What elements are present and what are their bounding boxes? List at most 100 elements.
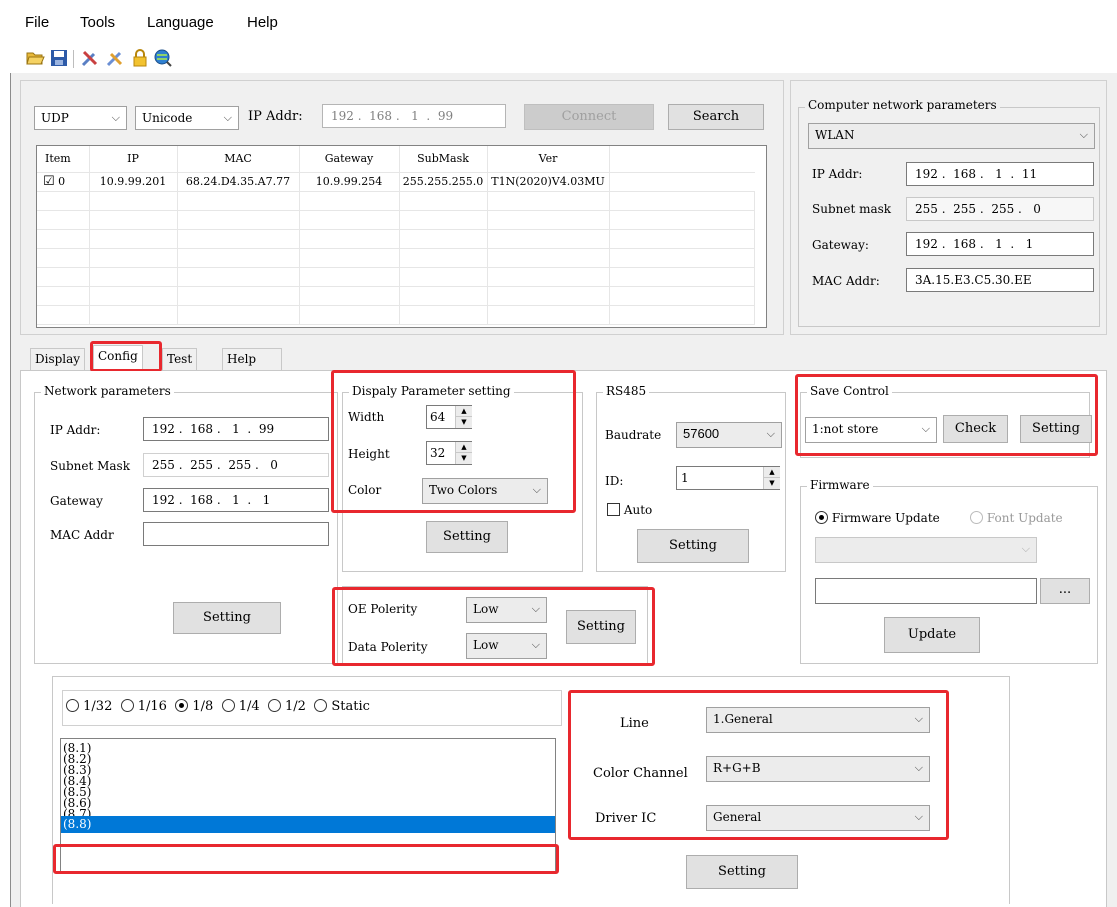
list-item[interactable]: (8.4) bbox=[61, 775, 555, 787]
oe-polarity-select[interactable]: Low ⌵ bbox=[466, 597, 547, 623]
radio-icon[interactable] bbox=[970, 511, 983, 524]
list-item[interactable]: (8.1) bbox=[61, 742, 555, 754]
col-item[interactable]: Item bbox=[37, 146, 90, 173]
device-table[interactable]: Item IP MAC Gateway SubMask Ver ☑ 0 10.9… bbox=[36, 145, 767, 328]
checkbox-icon[interactable] bbox=[607, 503, 620, 516]
adapter-select[interactable]: WLAN ⌵ bbox=[808, 123, 1095, 149]
spin-up-icon[interactable]: ▲ bbox=[456, 442, 472, 453]
list-item[interactable]: (8.5) bbox=[61, 786, 555, 798]
protocol-select[interactable]: UDP ⌵ bbox=[34, 106, 127, 130]
scan-radio-static[interactable]: Static bbox=[314, 699, 370, 714]
auto-checkbox[interactable]: Auto bbox=[607, 503, 652, 517]
radio-icon[interactable] bbox=[314, 699, 328, 712]
table-row[interactable]: ☑ 0 10.9.99.201 68.24.D4.35.A7.77 10.9.9… bbox=[37, 172, 755, 192]
radio-icon[interactable] bbox=[267, 699, 281, 712]
row-ver: T1N(2020)V4.03MU bbox=[487, 172, 610, 192]
save-control-select[interactable]: 1:not store ⌵ bbox=[805, 417, 937, 443]
col-ip[interactable]: IP bbox=[89, 146, 178, 173]
tab-help[interactable]: Help bbox=[222, 348, 282, 370]
menu-language[interactable]: Language bbox=[147, 14, 214, 31]
id-spinner[interactable]: 1 ▲ ▼ bbox=[676, 466, 780, 490]
list-item-selected[interactable]: (8.8) bbox=[61, 816, 555, 833]
row-gateway: 10.9.99.254 bbox=[299, 172, 400, 192]
firmware-file-select[interactable]: ⌵ bbox=[815, 537, 1037, 563]
menu-file[interactable]: File bbox=[25, 14, 49, 31]
spin-up-icon[interactable]: ▲ bbox=[764, 467, 780, 478]
firmware-path-input[interactable] bbox=[815, 578, 1037, 604]
globe-search-icon[interactable] bbox=[153, 48, 173, 68]
display-setting-button[interactable]: Setting bbox=[426, 521, 508, 553]
spin-down-icon[interactable]: ▼ bbox=[456, 453, 472, 464]
menu-help[interactable]: Help bbox=[247, 14, 278, 31]
browse-button[interactable]: ... bbox=[1040, 578, 1090, 604]
update-button[interactable]: Update bbox=[884, 617, 980, 653]
save-setting-button[interactable]: Setting bbox=[1020, 415, 1092, 443]
font-update-radio[interactable]: Font Update bbox=[970, 511, 1063, 525]
encoding-select[interactable]: Unicode ⌵ bbox=[135, 106, 239, 130]
tab-config[interactable]: Config bbox=[93, 345, 143, 370]
col-mac[interactable]: MAC bbox=[177, 146, 300, 173]
lock-icon[interactable] bbox=[130, 48, 150, 68]
spinner-arrows[interactable]: ▲ ▼ bbox=[763, 467, 780, 489]
radio-icon[interactable] bbox=[120, 699, 134, 712]
connect-button[interactable]: Connect bbox=[524, 104, 654, 130]
list-item[interactable]: (8.2) bbox=[61, 753, 555, 765]
pc-subnet-input[interactable]: 255 . 255 . 255 . 0 bbox=[906, 197, 1094, 221]
polarity-setting-button[interactable]: Setting bbox=[566, 610, 636, 644]
chevron-down-icon: ⌵ bbox=[766, 427, 775, 440]
save-icon[interactable] bbox=[49, 48, 69, 68]
rs485-setting-button[interactable]: Setting bbox=[637, 529, 749, 563]
height-spinner[interactable]: 32 ▲ ▼ bbox=[426, 441, 472, 465]
pc-ip-input[interactable]: 192 . 168 . 1 . 11 bbox=[906, 162, 1094, 186]
net-setting-button[interactable]: Setting bbox=[173, 602, 281, 634]
color-channel-select[interactable]: R+G+B ⌵ bbox=[706, 756, 930, 782]
scan-radio-1-8[interactable]: 1/8 bbox=[175, 699, 213, 714]
net-subnet-input[interactable]: 255 . 255 . 255 . 0 bbox=[143, 453, 329, 477]
list-item[interactable]: (8.3) bbox=[61, 764, 555, 776]
firmware-update-label: Firmware Update bbox=[831, 511, 940, 525]
col-submask[interactable]: SubMask bbox=[399, 146, 488, 173]
scan-radio-1-2[interactable]: 1/2 bbox=[267, 699, 306, 714]
clear-icon[interactable] bbox=[105, 48, 125, 68]
firmware-update-radio[interactable]: Firmware Update bbox=[815, 511, 940, 525]
scan-radio-1-16[interactable]: 1/16 bbox=[120, 699, 167, 714]
radio-icon[interactable] bbox=[66, 699, 79, 712]
width-spinner[interactable]: 64 ▲ ▼ bbox=[426, 405, 472, 429]
net-ip-input[interactable]: 192 . 168 . 1 . 99 bbox=[143, 417, 329, 441]
check-button[interactable]: Check bbox=[943, 415, 1008, 443]
col-ver[interactable]: Ver bbox=[487, 146, 610, 173]
list-item[interactable]: (8.6) bbox=[61, 797, 555, 809]
tools-icon[interactable] bbox=[80, 48, 100, 68]
driver-ic-select[interactable]: General ⌵ bbox=[706, 805, 930, 831]
open-folder-icon[interactable] bbox=[25, 48, 45, 68]
device-ip-input[interactable]: 192 . 168 . 1 . 99 bbox=[322, 104, 506, 128]
spin-down-icon[interactable]: ▼ bbox=[456, 417, 472, 428]
search-button[interactable]: Search bbox=[668, 104, 764, 130]
radio-selected-icon[interactable] bbox=[815, 511, 828, 524]
tab-display[interactable]: Display bbox=[30, 348, 86, 370]
col-gateway[interactable]: Gateway bbox=[299, 146, 400, 173]
color-select[interactable]: Two Colors ⌵ bbox=[422, 478, 548, 504]
pc-gateway-input[interactable]: 192 . 168 . 1 . 1 bbox=[906, 232, 1094, 256]
line-select[interactable]: 1.General ⌵ bbox=[706, 707, 930, 733]
radio-selected-icon[interactable] bbox=[175, 699, 189, 712]
spinner-arrows[interactable]: ▲ ▼ bbox=[455, 442, 472, 464]
baudrate-select[interactable]: 57600 ⌵ bbox=[676, 422, 782, 448]
list-item[interactable]: (8.7) bbox=[61, 809, 555, 816]
row-checkbox[interactable]: ☑ bbox=[43, 174, 55, 189]
menu-tools[interactable]: Tools bbox=[80, 14, 115, 31]
scan-radio-1-32[interactable]: 1/32 bbox=[66, 699, 112, 714]
spin-up-icon[interactable]: ▲ bbox=[456, 406, 472, 417]
data-polarity-select[interactable]: Low ⌵ bbox=[466, 633, 547, 659]
net-mac-input[interactable] bbox=[143, 522, 329, 546]
radio-icon[interactable] bbox=[221, 699, 235, 712]
chevron-down-icon: ⌵ bbox=[532, 483, 541, 496]
tab-test[interactable]: Test bbox=[162, 348, 198, 370]
pc-mac-input[interactable]: 3A.15.E3.C5.30.EE bbox=[906, 268, 1094, 292]
spinner-arrows[interactable]: ▲ ▼ bbox=[455, 406, 472, 428]
spin-down-icon[interactable]: ▼ bbox=[764, 478, 780, 489]
scan-radio-1-4[interactable]: 1/4 bbox=[221, 699, 260, 714]
scan-list[interactable]: (8.1) (8.2) (8.3) (8.4) (8.5) (8.6) (8.7… bbox=[60, 738, 556, 872]
line-setting-button[interactable]: Setting bbox=[686, 855, 798, 889]
net-gateway-input[interactable]: 192 . 168 . 1 . 1 bbox=[143, 488, 329, 512]
